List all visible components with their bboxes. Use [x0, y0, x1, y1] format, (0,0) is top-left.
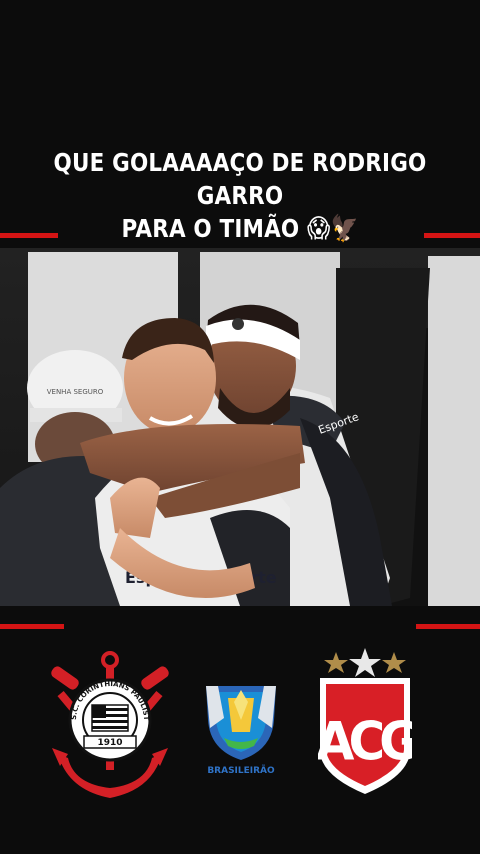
atletico-goianiense-crest-icon: ACG	[316, 648, 423, 794]
caption-line-1: QUE GOLAAAAÇO DE RODRIGO GARRO	[53, 148, 427, 210]
accent-bar-bottom-left	[0, 624, 64, 629]
accent-bar-top-right	[424, 233, 480, 238]
helmet-text: VENHA SEGURO	[47, 388, 104, 396]
accent-bar-top-left	[0, 233, 58, 238]
match-photo: VENHA SEGURO Esporte Esporte da Sorte	[0, 248, 480, 606]
accent-bar-bottom-right	[416, 624, 480, 629]
corinthians-crest-icon: S.C. CORINTHIANS PAULISTA 1910	[45, 644, 172, 802]
crest-year: 1910	[97, 738, 122, 748]
crest-acg-text: ACG	[318, 711, 412, 772]
post-caption: QUE GOLAAAAÇO DE RODRIGO GARRO PARA O TI…	[34, 146, 447, 246]
caption-line-2: PARA O TIMÃO 😱🦅	[34, 212, 447, 246]
brasileirao-trophy-icon: BRASILEIRÃO	[198, 680, 284, 780]
celebration-illustration: VENHA SEGURO Esporte Esporte da Sorte	[0, 248, 480, 606]
brasileirao-label: BRASILEIRÃO	[207, 766, 275, 776]
caption-emojis: 😱🦅	[307, 214, 359, 244]
caption-line-2-text: PARA O TIMÃO	[121, 214, 300, 243]
